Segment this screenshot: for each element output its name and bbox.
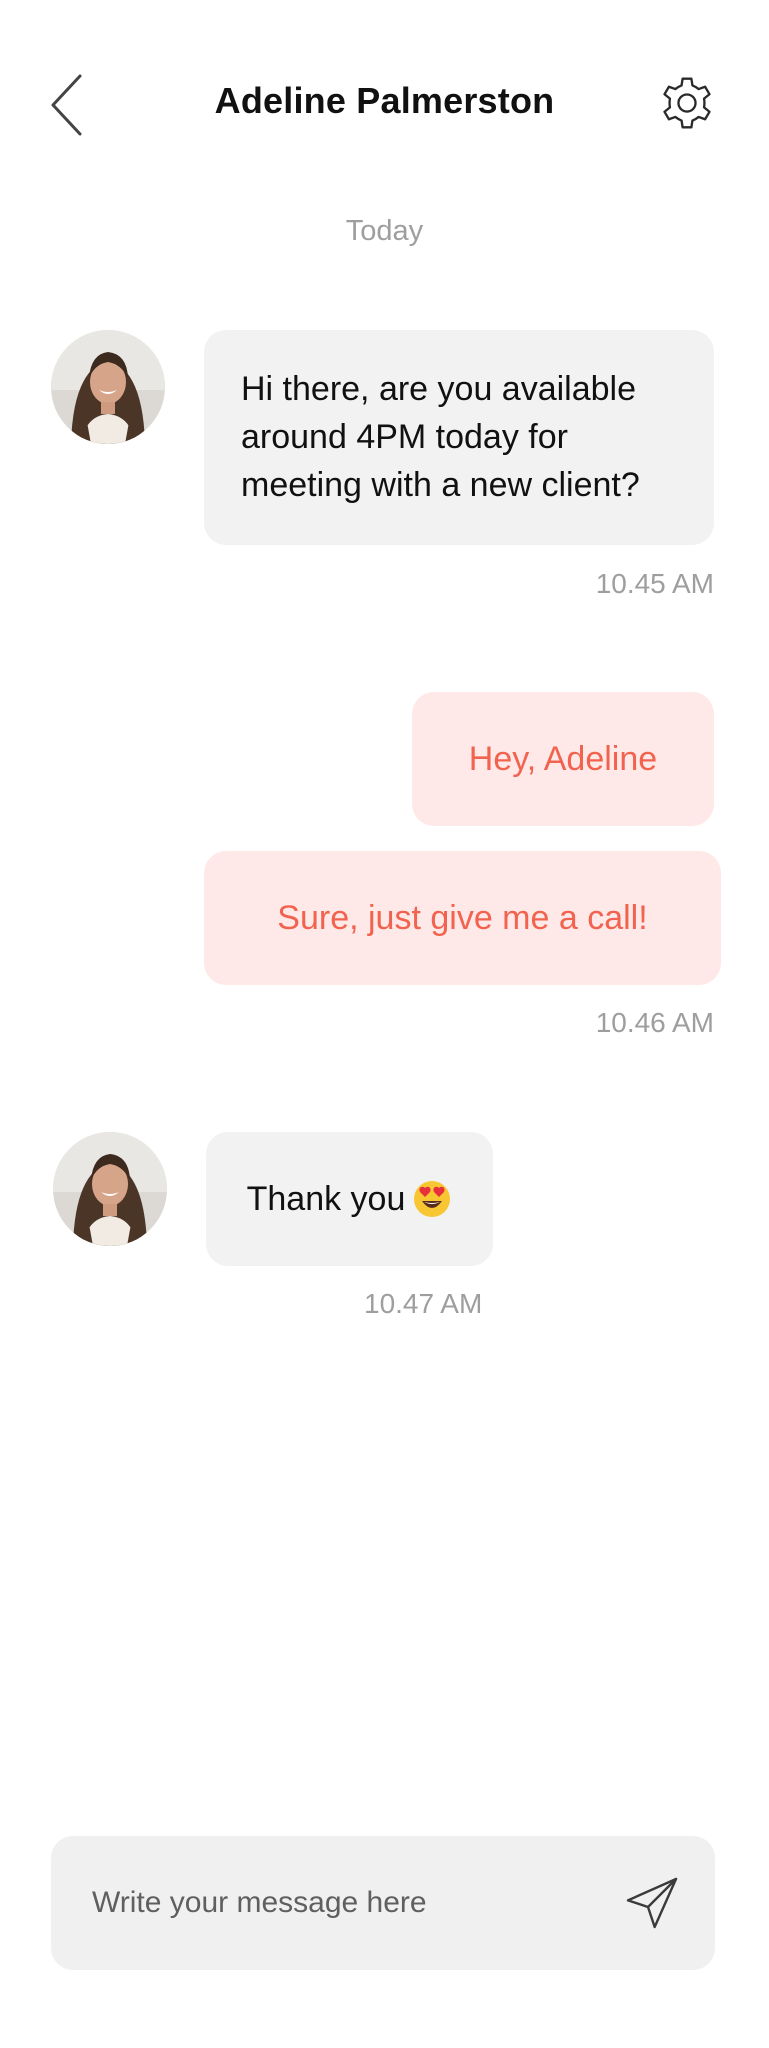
message-timestamp: 10.45 AM	[595, 568, 714, 599]
avatar[interactable]	[53, 1132, 167, 1246]
avatar[interactable]	[51, 330, 165, 444]
avatar-photo	[53, 1132, 167, 1246]
message-bubble-incoming[interactable]: Thank you	[206, 1132, 493, 1266]
heart-eyes-emoji-icon	[412, 1179, 452, 1219]
message-line: around 4PM today for	[241, 418, 568, 456]
message-timestamp: 10.46 AM	[595, 1007, 714, 1038]
message-text: Sure, just give me a call!	[277, 899, 648, 937]
send-icon	[626, 1877, 678, 1929]
date-divider: Today	[345, 215, 424, 247]
message-text: Hey, Adeline	[468, 740, 658, 778]
send-button[interactable]	[620, 1871, 684, 1935]
message-composer	[51, 1836, 715, 1970]
avatar-photo	[51, 330, 165, 444]
settings-button[interactable]	[656, 72, 718, 134]
chat-screen: Adeline Palmerston Today Hi there, are y…	[0, 0, 769, 2048]
message-bubble-outgoing[interactable]: Hey, Adeline	[412, 692, 714, 826]
message-bubble-incoming[interactable]: Hi there, are you available around 4PM t…	[204, 330, 714, 545]
gear-icon	[663, 77, 711, 129]
message-text: Thank you	[246, 1180, 406, 1218]
chat-title: Adeline Palmerston	[214, 80, 555, 121]
message-line: Hi there, are you available	[241, 370, 637, 408]
message-line: meeting with a new client?	[241, 466, 640, 504]
message-timestamp: 10.47 AM	[364, 1288, 483, 1319]
message-bubble-outgoing[interactable]: Sure, just give me a call!	[204, 851, 721, 985]
message-input[interactable]	[92, 1878, 592, 1928]
